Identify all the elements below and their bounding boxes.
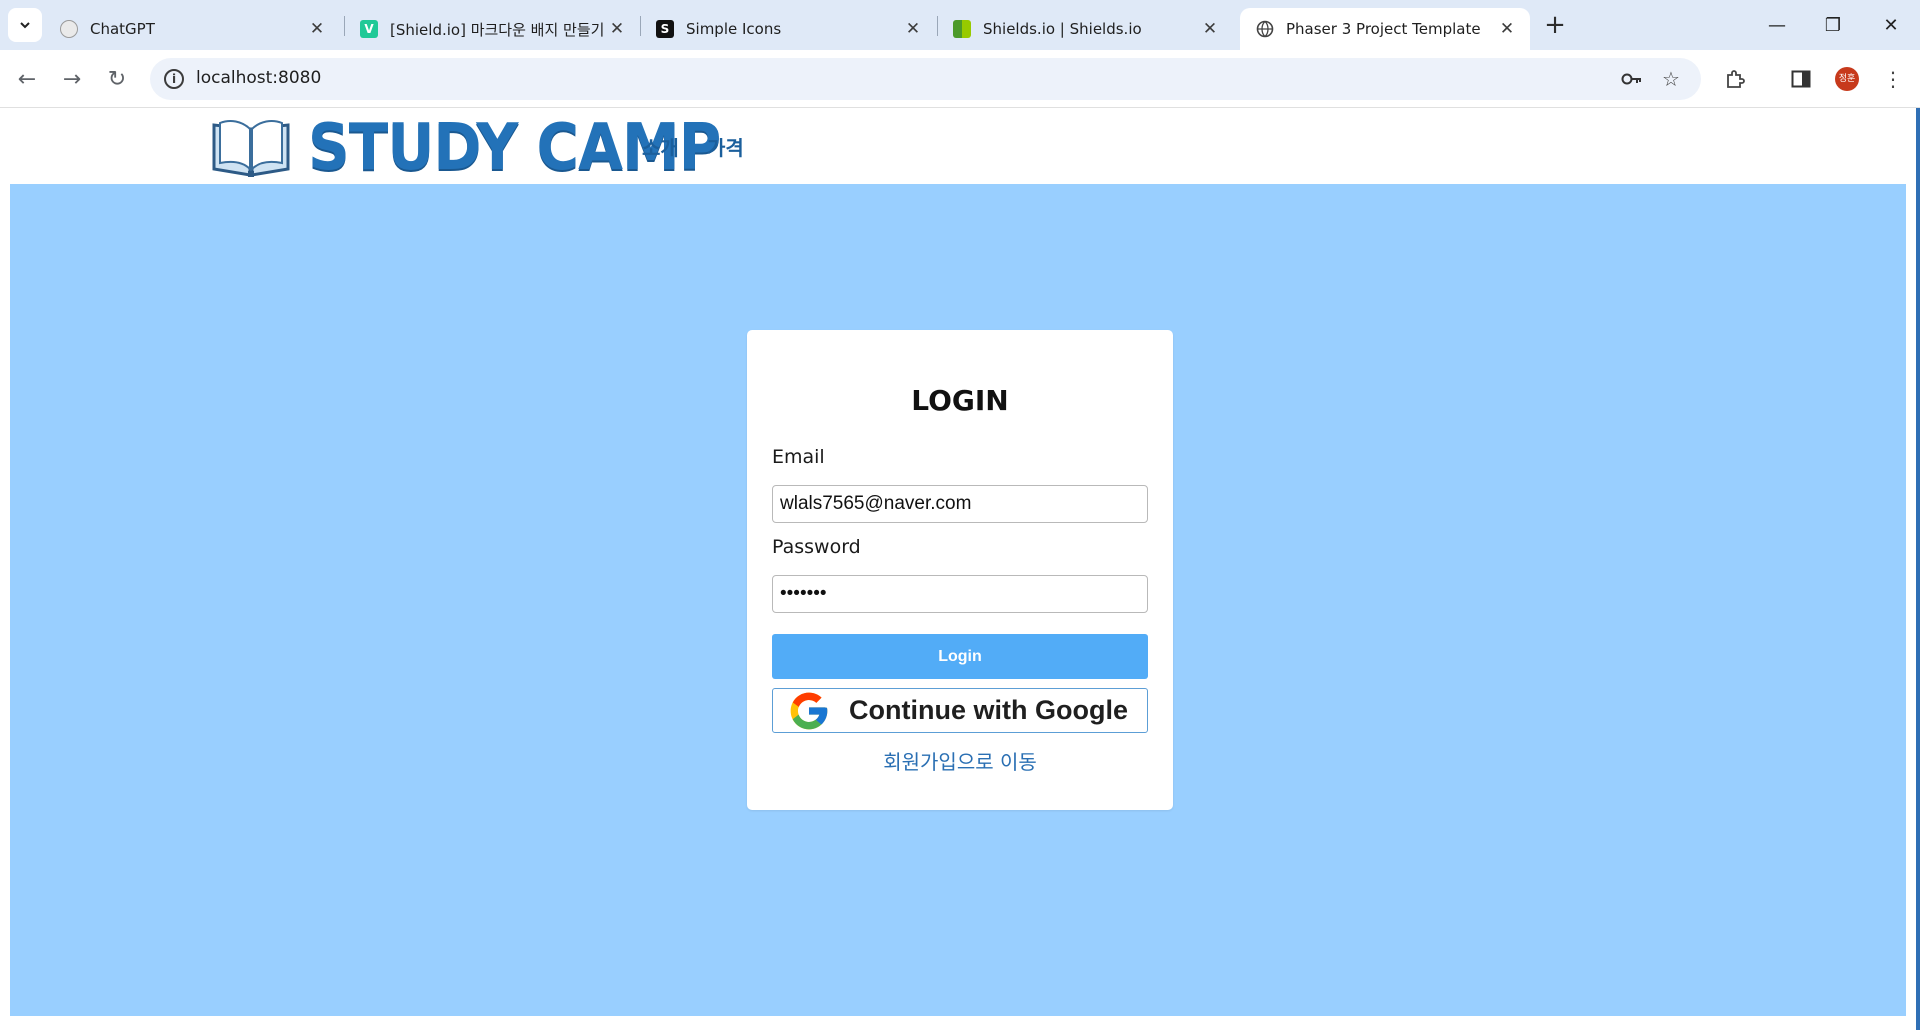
close-icon[interactable]: ✕ [902,19,924,39]
simple-icons-icon: S [656,20,674,38]
more-menu-icon[interactable]: ⋮ [1880,66,1906,92]
url-text[interactable]: localhost:8080 [196,68,321,88]
shields-icon [953,20,971,38]
site-header: STUDY CAMP 소개 가격 [0,108,1920,184]
profile-avatar[interactable]: 정훈 [1835,67,1859,91]
tab-title: Phaser 3 Project Template [1286,20,1481,38]
browser-tab-bar: ChatGPT ✕ V [Shield.io] 마크다운 배지 만들기 ✕ S … [0,0,1920,50]
chevron-down-icon [20,22,30,29]
minimize-icon[interactable]: — [1754,8,1800,42]
tab-search-button[interactable] [8,8,42,42]
back-arrow-icon[interactable]: ← [12,64,42,94]
login-button[interactable]: Login [772,634,1148,679]
tab-title: Simple Icons [686,20,782,38]
tab-simple-icons[interactable]: S Simple Icons ✕ [640,8,936,50]
forward-arrow-icon[interactable]: → [57,64,87,94]
browser-toolbar: ← → ↻ i localhost:8080 ☆ ⋮ [0,50,1920,108]
chatgpt-icon [60,20,78,38]
close-icon[interactable]: ✕ [1496,19,1518,39]
side-panel-icon[interactable] [1788,66,1814,92]
velog-icon: V [360,20,378,38]
close-window-icon[interactable]: ✕ [1868,8,1914,42]
close-icon[interactable]: ✕ [606,19,628,39]
address-bar[interactable]: i localhost:8080 ☆ [150,58,1701,100]
tab-shields[interactable]: Shields.io | Shields.io ✕ [937,8,1233,50]
tab-shieldio-velog[interactable]: V [Shield.io] 마크다운 배지 만들기 ✕ [344,8,640,50]
book-icon [212,120,290,177]
google-logo-icon [790,692,828,729]
reload-icon[interactable]: ↻ [102,64,132,94]
tab-chatgpt[interactable]: ChatGPT ✕ [44,8,340,50]
google-signin-button[interactable]: Continue with Google [772,688,1148,733]
close-icon[interactable]: ✕ [1199,19,1221,39]
tab-title: ChatGPT [90,20,155,38]
signup-link[interactable]: 회원가입으로 이동 [747,746,1173,775]
site-info-icon[interactable]: i [164,69,184,89]
hero-background: LOGIN Email Password Login Continue with… [10,184,1906,1016]
close-icon[interactable]: ✕ [306,19,328,39]
tab-title: Shields.io | Shields.io [983,20,1142,38]
nav-pricing[interactable]: 가격 [707,132,744,161]
new-tab-button[interactable]: + [1541,12,1569,40]
web-page: STUDY CAMP 소개 가격 LOGIN Email Password Lo… [0,108,1920,1030]
password-label: Password [772,536,861,558]
nav-about[interactable]: 소개 [642,132,679,161]
password-field[interactable] [772,575,1148,613]
tab-phaser-active[interactable]: Phaser 3 Project Template ✕ [1240,8,1530,50]
google-button-label: Continue with Google [849,695,1128,725]
login-card: LOGIN Email Password Login Continue with… [747,330,1173,810]
email-label: Email [772,446,825,468]
extensions-puzzle-icon[interactable] [1722,66,1748,92]
login-title: LOGIN [911,384,1009,417]
page-edge-bar [1916,108,1920,1030]
tab-title: [Shield.io] 마크다운 배지 만들기 [390,20,605,39]
password-key-icon[interactable] [1620,67,1644,91]
restore-icon[interactable]: ❐ [1810,8,1856,42]
email-field[interactable] [772,485,1148,523]
globe-icon [1256,20,1274,38]
bookmark-star-icon[interactable]: ☆ [1659,67,1683,91]
